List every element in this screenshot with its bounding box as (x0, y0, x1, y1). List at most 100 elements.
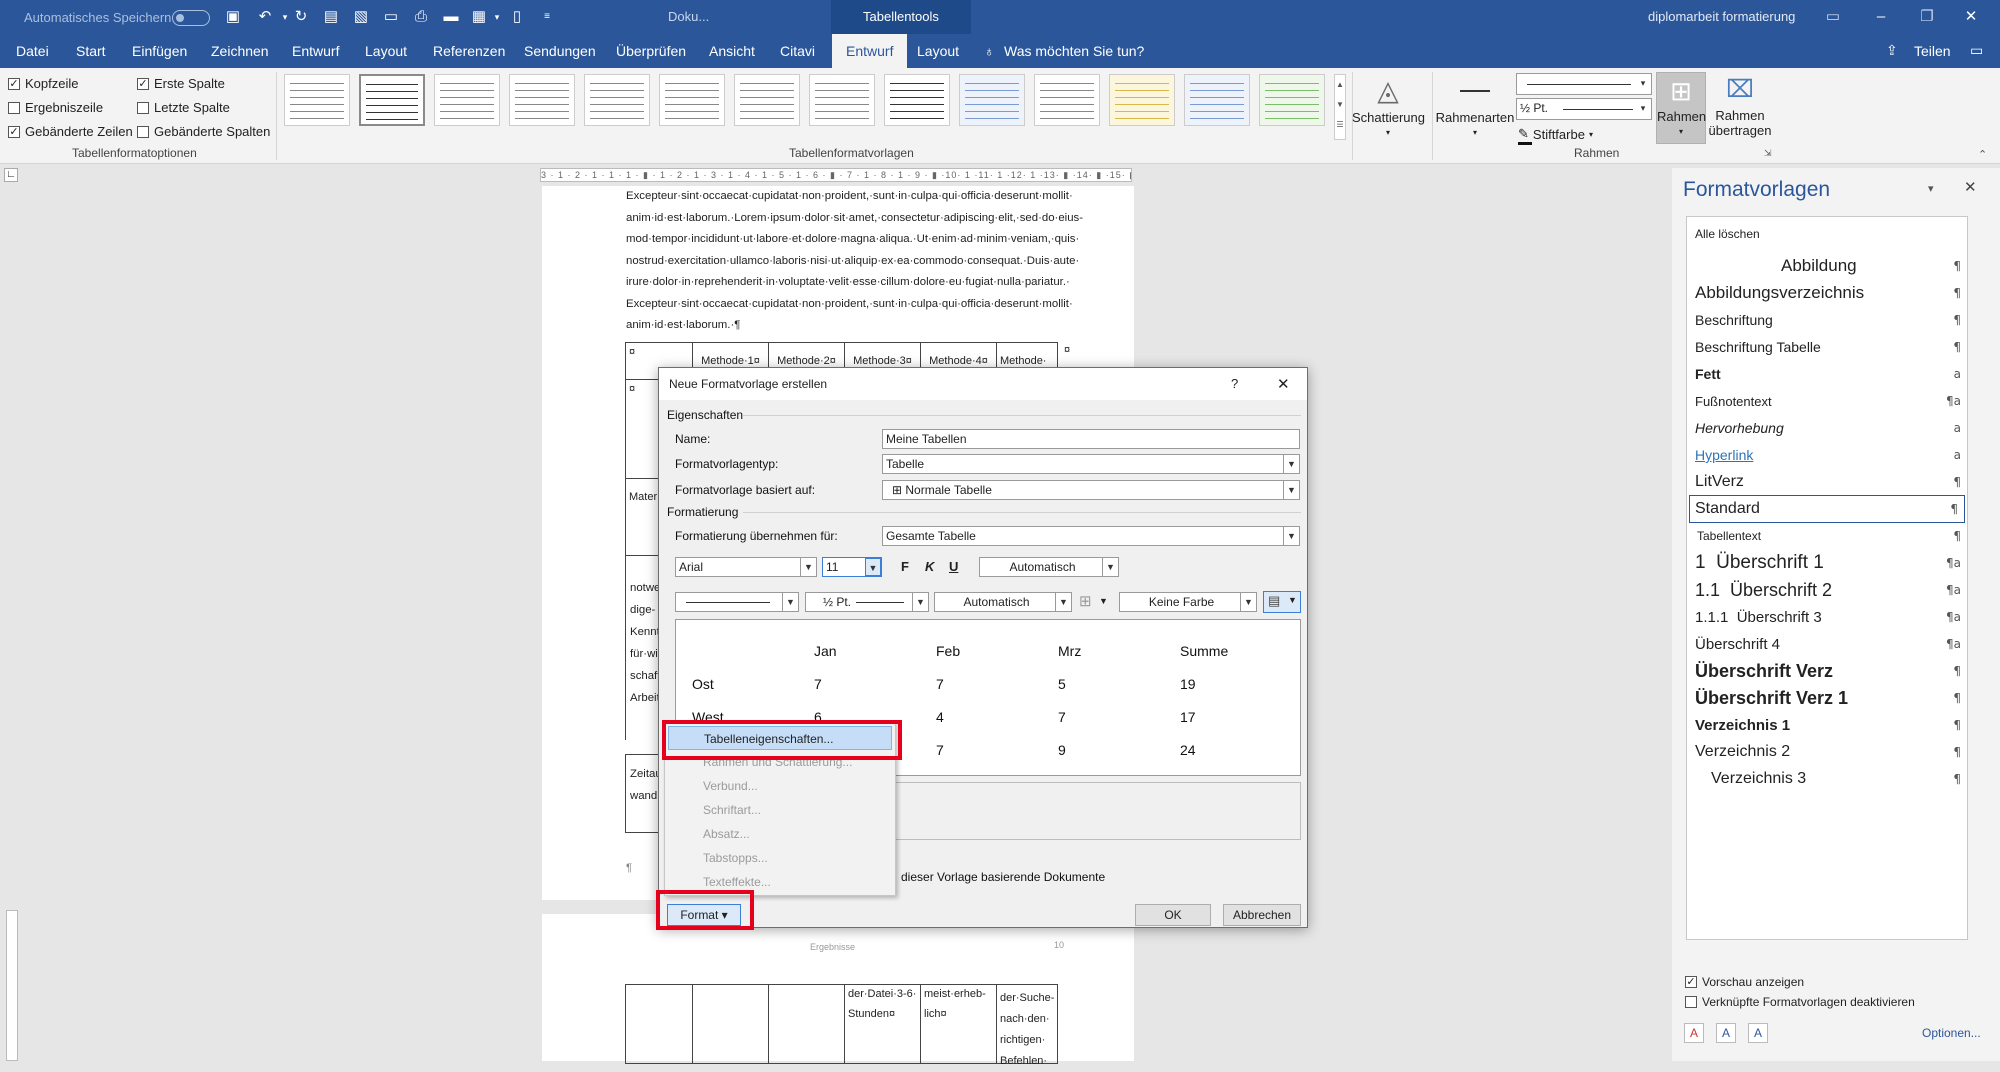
help-button[interactable]: ? (1231, 376, 1238, 391)
checkbox[interactable] (137, 125, 149, 138)
style-item-ueberschrift-4[interactable]: Überschrift 4 ¶a (1695, 630, 1961, 658)
open-folder-icon[interactable]: ▭ (382, 8, 400, 26)
rahmen-uebertragen-button[interactable]: ⌧ Rahmen übertragen (1708, 72, 1772, 138)
table-style-thumbnail[interactable] (584, 74, 650, 126)
tab-table-entwurf[interactable]: Entwurf (832, 34, 908, 68)
rahmenarten-button[interactable]: Rahmenarten ▾ (1434, 72, 1516, 140)
menu-item-tabstopps[interactable]: Tabstopps... (665, 846, 895, 870)
rahmen-button[interactable]: ⊞ Rahmen ▾ (1656, 72, 1706, 144)
option-ergebniszeile[interactable]: Ergebniszeile (8, 100, 103, 115)
option-kopfzeile[interactable]: ✓ Kopfzeile (8, 76, 78, 91)
table-dropdown-icon[interactable]: ▾ (488, 8, 506, 26)
table-cell[interactable]: der·Datei·3-6· Stunden¤ (844, 984, 921, 1064)
table-style-thumbnail[interactable] (959, 74, 1025, 126)
checkbox-checked[interactable]: ✓ (1685, 976, 1697, 988)
style-inspector-icon[interactable]: A (1716, 1023, 1736, 1043)
save-icon[interactable]: ▣ (224, 8, 242, 26)
menu-item-schriftart[interactable]: Schriftart... (665, 798, 895, 822)
style-item-standard[interactable]: Standard ¶ (1689, 495, 1965, 523)
layout-icon[interactable]: ▬ (442, 8, 460, 26)
table-style-thumbnail[interactable] (284, 74, 350, 126)
option-letzte-spalte[interactable]: Letzte Spalte (137, 100, 230, 115)
comments-icon[interactable]: ▭ (1970, 42, 1983, 59)
table-cell[interactable]: der·Suche- nach·den· richtigen· Befehlen… (996, 984, 1058, 1067)
share-button[interactable]: Teilen (1904, 34, 1961, 68)
tab-ueberpruefen[interactable]: Überprüfen (606, 34, 696, 68)
checkbox-checked[interactable]: ✓ (137, 77, 149, 90)
tab-einfuegen[interactable]: Einfügen (122, 34, 197, 68)
checkbox[interactable] (8, 101, 20, 114)
style-item-tabellentext[interactable]: Tabellentext ¶ (1695, 522, 1961, 550)
tab-referenzen[interactable]: Referenzen (423, 34, 515, 68)
table-style-thumbnail[interactable] (809, 74, 875, 126)
option-gebaenderte-spalten[interactable]: Gebänderte Spalten (137, 124, 270, 139)
style-item-hyperlink[interactable]: Hyperlink a (1695, 441, 1961, 469)
tab-ansicht[interactable]: Ansicht (699, 34, 765, 68)
borders-grid-icon[interactable]: ⊞ (1079, 592, 1092, 610)
table-style-thumbnail[interactable] (734, 74, 800, 126)
name-input[interactable]: Meine Tabellen (882, 429, 1300, 449)
checkbox-checked[interactable]: ✓ (8, 77, 20, 90)
ribbon-display-icon[interactable]: ▭ (1824, 8, 1842, 26)
shading-select[interactable]: Keine Farbe ▼ (1119, 592, 1257, 612)
pane-options-icon[interactable]: ▾ (1928, 182, 1934, 195)
save-as-icon[interactable]: ▤ (322, 8, 340, 26)
style-item-fett[interactable]: Fett a (1695, 360, 1961, 388)
style-item-verzeichnis-3[interactable]: Verzeichnis 3 ¶ (1695, 765, 1961, 793)
tab-layout[interactable]: Layout (355, 34, 417, 68)
show-preview-option[interactable]: ✓ Vorschau anzeigen (1685, 975, 1804, 989)
style-item-beschriftung[interactable]: Beschriftung ¶ (1695, 306, 1961, 334)
document-page[interactable]: Ergebnisse 10 der·Datei·3-6· Stunden¤ me… (542, 914, 1134, 1067)
tab-start[interactable]: Start (66, 34, 116, 68)
checkbox-checked[interactable]: ✓ (8, 125, 20, 138)
checkbox[interactable] (1685, 996, 1697, 1008)
border-style-select[interactable]: ▼ (675, 592, 799, 612)
tab-zeichnen[interactable]: Zeichnen (201, 34, 279, 68)
table-style-thumbnail[interactable] (884, 74, 950, 126)
autosave-toggle[interactable] (172, 10, 210, 26)
print-preview-icon[interactable]: ▧ (352, 8, 370, 26)
style-item-fussnotentext[interactable]: Fußnotentext ¶a (1695, 387, 1961, 415)
redo-icon[interactable]: ↻ (292, 8, 310, 26)
new-style-icon[interactable]: A (1684, 1023, 1704, 1043)
line-weight-select[interactable]: ½ Pt. ▾ (1516, 98, 1652, 120)
table-style-thumbnail[interactable] (359, 74, 425, 126)
alignment-button[interactable]: ▤ ▼ (1263, 591, 1301, 613)
font-size-select[interactable]: 11 ▼ (822, 557, 882, 577)
underline-button[interactable]: U (949, 559, 958, 574)
documents-option-label[interactable]: dieser Vorlage basierende Dokumente (901, 870, 1105, 884)
collapse-ribbon-icon[interactable]: ⌃ (1978, 148, 1987, 161)
tab-citavi[interactable]: Citavi (770, 34, 825, 68)
apply-to-select[interactable]: Gesamte Tabelle ▼ (882, 526, 1300, 546)
stiftfarbe-button[interactable]: ✎ Stiftfarbe ▾ (1518, 126, 1593, 142)
option-gebaenderte-zeilen[interactable]: ✓ Gebänderte Zeilen (8, 124, 133, 139)
style-item-beschriftung-tabelle[interactable]: Beschriftung Tabelle ¶ (1695, 333, 1961, 361)
pane-close-icon[interactable]: ✕ (1964, 178, 1977, 196)
tab-selector[interactable]: ∟ (4, 168, 18, 182)
font-select[interactable]: Arial ▼ (675, 557, 817, 577)
ok-button[interactable]: OK (1135, 904, 1211, 926)
print-icon[interactable]: ⎙ (412, 8, 430, 26)
menu-item-absatz[interactable]: Absatz... (665, 822, 895, 846)
table-style-thumbnail[interactable] (509, 74, 575, 126)
style-item-ueberschrift-verz-1[interactable]: Überschrift Verz 1 ¶ (1695, 684, 1961, 712)
clear-all-item[interactable]: Alle löschen (1695, 227, 1760, 241)
style-item-verzeichnis-2[interactable]: Verzeichnis 2 ¶ (1695, 738, 1961, 766)
chevron-down-icon[interactable]: ▼ (1099, 596, 1108, 606)
style-item-hervorhebung[interactable]: Hervorhebung a (1695, 414, 1961, 442)
table-cell[interactable] (692, 984, 769, 1064)
new-doc-icon[interactable]: ▯ (508, 8, 526, 26)
tab-entwurf[interactable]: Entwurf (282, 34, 349, 68)
gallery-scroll[interactable]: ▲ ▼ ☰ (1334, 74, 1346, 140)
menu-item-verbund[interactable]: Verbund... (665, 774, 895, 798)
table-style-thumbnail[interactable] (434, 74, 500, 126)
schattierung-button[interactable]: ◬ Schattierung ▾ (1352, 72, 1425, 140)
border-color-select[interactable]: Automatisch ▼ (934, 592, 1072, 612)
maximize-icon[interactable]: ❐ (1918, 8, 1936, 26)
style-item-ueberschrift-3[interactable]: 1.1.1 Überschrift 3 ¶a (1695, 603, 1961, 631)
table-style-thumbnail[interactable] (1259, 74, 1325, 126)
table-cell[interactable]: meist·erheb- lich¤ (920, 984, 997, 1064)
border-weight-select[interactable]: ½ Pt. ▼ (805, 592, 929, 612)
options-link[interactable]: Optionen... (1922, 1026, 1981, 1040)
window-close-icon[interactable]: ✕ (1962, 8, 1980, 26)
